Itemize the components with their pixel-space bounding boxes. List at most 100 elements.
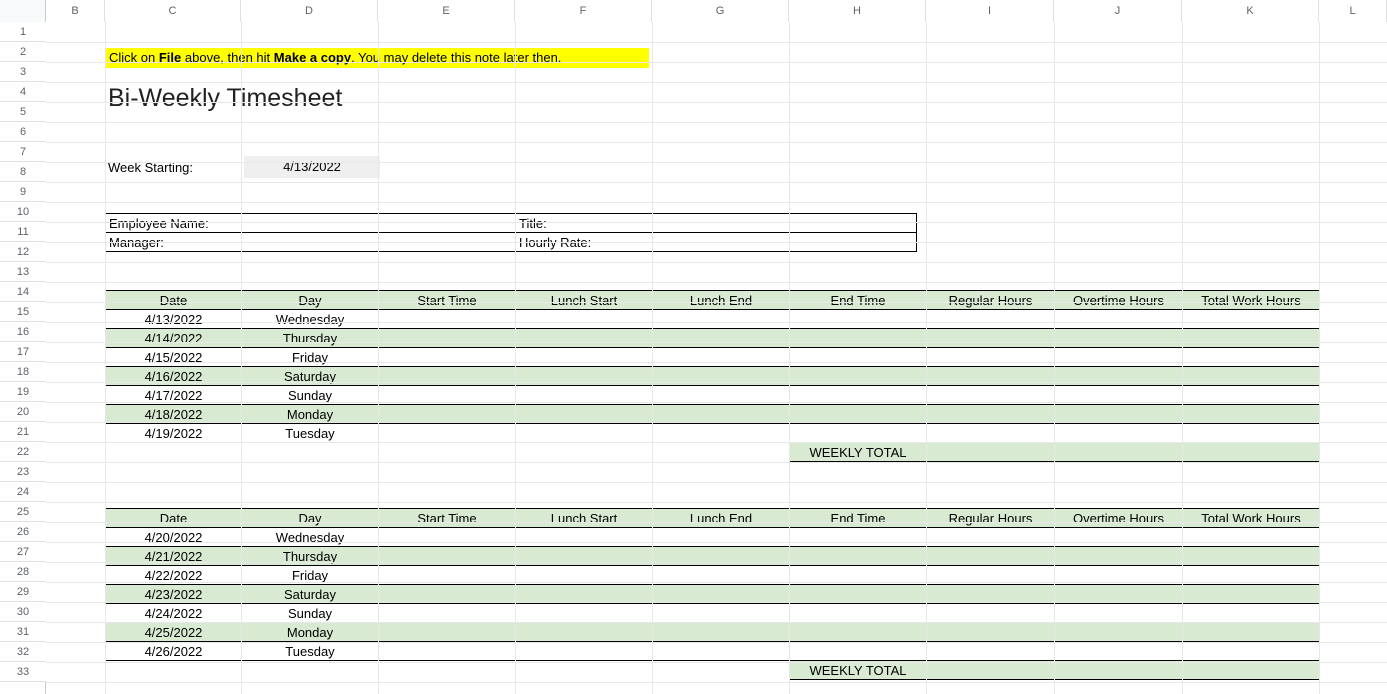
table-cell[interactable] [927,329,1055,348]
row-header-11[interactable]: 11 [0,222,46,242]
row-header-3[interactable]: 3 [0,62,46,82]
row-header-6[interactable]: 6 [0,122,46,142]
table-cell[interactable] [927,348,1055,367]
row-header-21[interactable]: 21 [0,422,46,442]
table-cell[interactable] [1183,585,1320,604]
timesheet-week2[interactable]: DateDayStart TimeLunch StartLunch EndEnd… [105,508,1320,680]
row-header-30[interactable]: 30 [0,602,46,622]
table-cell[interactable] [790,310,927,329]
weekly-total-cell[interactable] [1183,661,1320,680]
table-cell[interactable] [516,642,653,661]
table-cell[interactable] [1055,329,1183,348]
table-cell[interactable] [653,310,790,329]
table-cell[interactable] [1055,585,1183,604]
table-cell[interactable]: 4/25/2022 [106,623,242,642]
table-cell[interactable] [1183,642,1320,661]
table-cell[interactable] [790,623,927,642]
table-cell[interactable] [516,424,653,443]
table-cell[interactable] [1055,528,1183,547]
row-header-26[interactable]: 26 [0,522,46,542]
table-cell[interactable]: 4/14/2022 [106,329,242,348]
timesheet-week1[interactable]: DateDayStart TimeLunch StartLunch EndEnd… [105,290,1320,462]
row-header-1[interactable]: 1 [0,22,46,42]
employee-info-table[interactable]: Employee Name: Title: Manager: Hourly Ra… [105,213,917,252]
table-cell[interactable]: 4/24/2022 [106,604,242,623]
table-cell[interactable]: 4/19/2022 [106,424,242,443]
table-cell[interactable]: Tuesday [242,424,379,443]
table-cell[interactable] [653,424,790,443]
week-starting-value[interactable]: 4/13/2022 [244,156,380,178]
row-header-25[interactable]: 25 [0,502,46,522]
table-cell[interactable] [516,604,653,623]
table-cell[interactable] [1055,405,1183,424]
table-cell[interactable] [653,329,790,348]
table-cell[interactable] [790,424,927,443]
table-cell[interactable] [790,642,927,661]
table-cell[interactable] [927,424,1055,443]
table-cell[interactable] [653,585,790,604]
row-header-2[interactable]: 2 [0,42,46,62]
row-header-8[interactable]: 8 [0,162,46,182]
col-header-H[interactable]: H [789,0,926,22]
row-header-19[interactable]: 19 [0,382,46,402]
table-cell[interactable] [516,585,653,604]
table-cell[interactable] [379,623,516,642]
row-header-18[interactable]: 18 [0,362,46,382]
table-cell[interactable] [927,623,1055,642]
table-cell[interactable] [379,329,516,348]
row-header-23[interactable]: 23 [0,462,46,482]
col-header-B[interactable]: B [46,0,105,22]
table-cell[interactable]: Friday [242,348,379,367]
row-header-17[interactable]: 17 [0,342,46,362]
table-cell[interactable] [379,348,516,367]
table-cell[interactable] [516,528,653,547]
grid-area[interactable]: Click on File above, then hit Make a cop… [46,22,1387,694]
table-cell[interactable] [379,585,516,604]
table-cell[interactable]: Tuesday [242,642,379,661]
row-header-15[interactable]: 15 [0,302,46,322]
table-cell[interactable]: 4/23/2022 [106,585,242,604]
col-header-G[interactable]: G [652,0,789,22]
table-cell[interactable] [1055,310,1183,329]
row-header-12[interactable]: 12 [0,242,46,262]
table-cell[interactable] [516,623,653,642]
table-cell[interactable] [790,585,927,604]
col-header-J[interactable]: J [1054,0,1182,22]
col-header-F[interactable]: F [515,0,652,22]
table-cell[interactable] [1055,424,1183,443]
table-cell[interactable] [379,424,516,443]
table-cell[interactable] [1183,623,1320,642]
select-all-corner[interactable] [0,0,46,22]
table-cell[interactable] [653,604,790,623]
row-header-13[interactable]: 13 [0,262,46,282]
table-cell[interactable] [1183,348,1320,367]
weekly-total-cell[interactable] [1055,661,1183,680]
table-cell[interactable] [516,329,653,348]
col-header-E[interactable]: E [378,0,515,22]
row-header-7[interactable]: 7 [0,142,46,162]
table-cell[interactable]: Monday [242,405,379,424]
table-cell[interactable] [653,642,790,661]
table-cell[interactable]: Thursday [242,329,379,348]
table-cell[interactable] [790,405,927,424]
spreadsheet-viewport[interactable]: BCDEFGHIJKL 1234567891011121314151617181… [0,0,1387,694]
weekly-total-cell[interactable] [927,661,1055,680]
table-cell[interactable] [1055,623,1183,642]
table-cell[interactable]: Wednesday [242,310,379,329]
row-header-28[interactable]: 28 [0,562,46,582]
table-cell[interactable] [1183,424,1320,443]
table-cell[interactable]: 4/18/2022 [106,405,242,424]
table-cell[interactable] [927,528,1055,547]
row-header-9[interactable]: 9 [0,182,46,202]
col-header-D[interactable]: D [241,0,378,22]
table-cell[interactable] [1055,604,1183,623]
table-cell[interactable] [927,405,1055,424]
table-cell[interactable] [653,528,790,547]
table-cell[interactable] [1183,310,1320,329]
table-cell[interactable] [1055,642,1183,661]
row-header-27[interactable]: 27 [0,542,46,562]
table-cell[interactable] [927,585,1055,604]
table-cell[interactable] [516,348,653,367]
table-cell[interactable] [379,604,516,623]
table-cell[interactable]: Sunday [242,604,379,623]
